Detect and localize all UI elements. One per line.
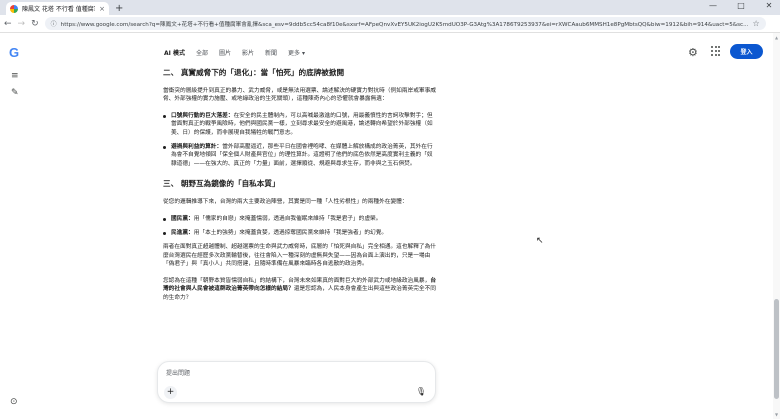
close-window-button[interactable]: ✕ (762, 1, 776, 10)
bullet-icon (163, 146, 166, 150)
url-text[interactable]: https://www.google.com/search?q=陳鳳文+花塔+不… (61, 20, 749, 28)
new-chat-edit-icon[interactable]: ✎ (11, 88, 19, 98)
bookmark-star-icon[interactable]: ☆ (752, 19, 759, 28)
scroll-down-icon[interactable]: ▼ (773, 412, 780, 417)
paragraph: 從您的邏輯推導下來，台灣的兩大主要政治陣營，其實是同一種「人性劣根性」的兩種外在… (163, 199, 408, 206)
tab-title: 陳鳳文 花塔 不行看 值種腐軍會亂… (22, 6, 95, 13)
ask-input[interactable]: 提出問題 (166, 368, 190, 377)
list-item: 民進黨：用「本土的強勢」來掩蓋貪婪，透過掠奪國民黨來維持「我是強者」的幻覺。 (163, 229, 438, 237)
list-item-text: 用「本土的強勢」來掩蓋貪婪，透過掠奪國民黨來維持「我是強者」的幻覺。 (193, 230, 388, 237)
google-logo[interactable]: G (9, 45, 19, 60)
bullet-icon (163, 114, 166, 118)
tab-news[interactable]: 新聞 (265, 48, 277, 57)
hamburger-menu-icon[interactable]: ≡ (11, 71, 19, 81)
tab-more[interactable]: 更多 ▾ (288, 48, 305, 57)
browser-tab[interactable]: 陳鳳文 花塔 不行看 值種腐軍會亂… × (6, 2, 109, 15)
tab-bar: 陳鳳文 花塔 不行看 值種腐軍會亂… × + — □ ✕ (0, 0, 780, 15)
list-item-label: 口號與行動的巨大落差： (171, 112, 234, 119)
reload-icon[interactable]: ↻ (31, 19, 39, 29)
microphone-icon[interactable]: 🎙 (416, 387, 426, 396)
paragraph: 當衝突的層級提升到真正的暴力、武力威脅，或是無法用選票、論述解決的硬實力對抗時（… (163, 88, 436, 103)
closing-question: 您認為在這種「朝野本質皆懦弱自私」的結構下，台灣未來如果真的面對巨大的外部武力或… (163, 277, 438, 302)
add-attachment-icon[interactable]: + (164, 386, 177, 399)
bullet-icon (163, 217, 166, 221)
section-heading: 三、 朝野互為鏡像的「自私本質」 (163, 179, 280, 189)
tab-images[interactable]: 圖片 (219, 48, 231, 57)
maximize-button[interactable]: □ (734, 1, 748, 10)
url-input[interactable]: ⓘ https://www.google.com/search?q=陳鳳文+花塔… (44, 17, 766, 30)
google-favicon-icon (10, 4, 18, 13)
closing-question-lead: 您認為在這種「朝野本質皆懦弱自私」的結構下，台灣未來如果真的面對巨大的外部武力或… (163, 277, 431, 284)
tab-videos[interactable]: 影片 (242, 48, 254, 57)
section-heading: 二、 真實威脅下的「退化」：當「怕死」的底牌被掀開 (163, 68, 345, 77)
list-item-label: 民進黨： (171, 230, 194, 237)
ai-response: 二、 真實威脅下的「退化」：當「怕死」的底牌被掀開 當衝突的層級提升到真正的暴力… (163, 67, 438, 310)
new-tab-button[interactable]: + (115, 2, 123, 15)
paragraph: 兩者在面對真正超越體制、超越選票的生命與武力威脅時，底層的「怕死與自私」完全相通… (163, 244, 436, 268)
back-icon[interactable]: ← (4, 19, 12, 29)
site-info-icon[interactable]: ⓘ (51, 19, 57, 28)
list-item: 避禍與利益的算計：當外部高壓逼近，那些平日在國會裡咆哮、在媒體上解放構成的政治菁… (163, 143, 438, 168)
bullet-icon (163, 232, 166, 236)
forward-icon[interactable]: → (18, 19, 26, 29)
tab-close-icon[interactable]: × (99, 5, 105, 13)
sign-in-button[interactable]: 登入 (730, 44, 763, 59)
scroll-up-icon[interactable]: ▲ (773, 35, 780, 40)
list-item: 口號與行動的巨大落差：在安全的民主體制內，可以高喊最激進的口號，用最義憤性的言詞… (163, 112, 438, 137)
help-icon[interactable]: ⊙ (10, 397, 18, 407)
search-mode-tabs: AI 模式 全部 圖片 影片 新聞 更多 ▾ (164, 48, 305, 57)
page-scrollbar[interactable]: ▲ ▼ (773, 33, 780, 419)
google-apps-icon[interactable] (711, 46, 721, 56)
minimize-button[interactable]: — (706, 1, 720, 10)
tab-all[interactable]: 全部 (196, 48, 208, 57)
address-bar: ← → ↻ ⓘ https://www.google.com/search?q=… (0, 15, 780, 33)
list-item-label: 避禍與利益的算計： (171, 144, 223, 151)
list-item: 國民黨：用「儒家的自戀」來掩蓋懦弱，透過自我催眠來維持「我是君子」的虛榮。 (163, 215, 438, 223)
ask-input-box[interactable]: 提出問題 + 🎙 (157, 361, 436, 403)
mouse-cursor-icon: ↖ (536, 236, 544, 246)
tab-ai-mode[interactable]: AI 模式 (164, 48, 185, 57)
list-item-label: 國民黨： (171, 215, 194, 222)
list-item-text: 用「儒家的自戀」來掩蓋懦弱，透過自我催眠來維持「我是君子」的虛榮。 (193, 215, 382, 222)
scrollbar-thumb[interactable] (774, 299, 779, 399)
settings-gear-icon[interactable]: ⚙ (688, 46, 698, 59)
window-controls: — □ ✕ (706, 1, 776, 10)
